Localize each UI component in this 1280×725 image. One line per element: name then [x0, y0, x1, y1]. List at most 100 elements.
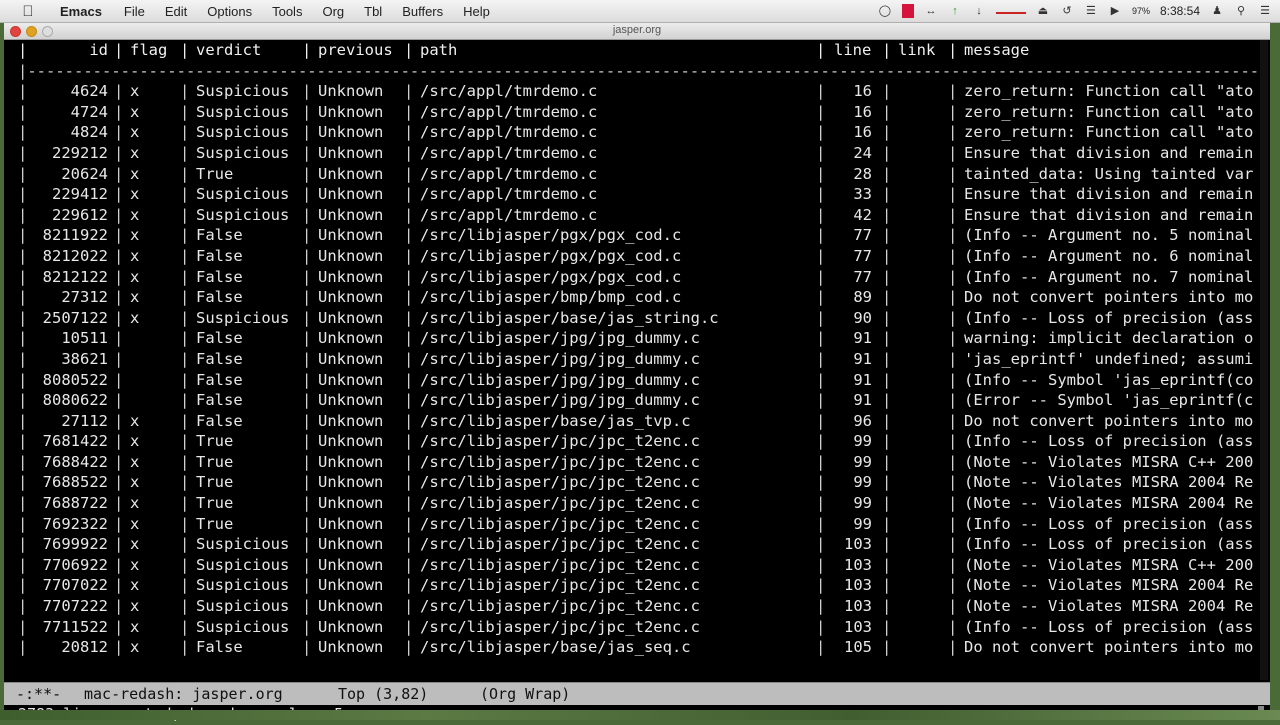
- cell-previous[interactable]: Unknown: [318, 575, 383, 596]
- cell-flag[interactable]: x: [130, 267, 139, 288]
- cell-id[interactable]: 7711522: [18, 617, 108, 638]
- cell-path[interactable]: /src/libjasper/jpc/jpc_t2enc.c: [420, 555, 700, 576]
- cell-verdict[interactable]: False: [196, 287, 243, 308]
- cell-line[interactable]: 77: [816, 225, 872, 246]
- cell-verdict[interactable]: Suspicious: [196, 575, 289, 596]
- cell-flag[interactable]: x: [130, 225, 139, 246]
- apple-icon[interactable]: : [18, 3, 38, 20]
- table-row[interactable]: | | | | | | | | 4624 x Suspicious Unknown/src/appl/…: [4, 81, 1270, 102]
- cell-message[interactable]: (Info -- Loss of precision (ass: [964, 308, 1256, 329]
- cell-id[interactable]: 7681422: [18, 431, 108, 452]
- header-flag[interactable]: flag: [130, 40, 167, 61]
- clock-widget-icon[interactable]: ◯: [878, 4, 892, 18]
- cell-flag[interactable]: x: [130, 452, 139, 473]
- header-line[interactable]: line: [834, 40, 871, 61]
- cell-verdict[interactable]: Suspicious: [196, 184, 289, 205]
- cell-id[interactable]: 7707222: [18, 596, 108, 617]
- cell-id[interactable]: 229212: [18, 143, 108, 164]
- cell-line[interactable]: 90: [816, 308, 872, 329]
- cell-path[interactable]: /src/libjasper/base/jas_string.c: [420, 308, 719, 329]
- menu-options[interactable]: Options: [207, 4, 252, 19]
- table-row[interactable]: | | | | | | | | 27312 x False Unknown/src/libjasper…: [4, 287, 1270, 308]
- cell-flag[interactable]: x: [130, 493, 139, 514]
- cell-path[interactable]: /src/libjasper/pgx/pgx_cod.c: [420, 225, 681, 246]
- cell-previous[interactable]: Unknown: [318, 431, 383, 452]
- table-row[interactable]: | | | | | | | | 38621 False Unknown/src/libjasper/…: [4, 349, 1270, 370]
- activity-meter-icon[interactable]: [995, 9, 1026, 14]
- cell-message[interactable]: tainted_data: Using tainted var: [964, 164, 1256, 185]
- cell-id[interactable]: 7688522: [18, 472, 108, 493]
- cell-line[interactable]: 16: [816, 122, 872, 143]
- cell-message[interactable]: (Info -- Argument no. 6 nominal: [964, 246, 1256, 267]
- header-previous[interactable]: previous: [318, 40, 393, 61]
- cell-line[interactable]: 16: [816, 102, 872, 123]
- cell-verdict[interactable]: Suspicious: [196, 534, 289, 555]
- cell-verdict[interactable]: True: [196, 472, 233, 493]
- cell-verdict[interactable]: Suspicious: [196, 143, 289, 164]
- cell-id[interactable]: 7706922: [18, 555, 108, 576]
- cell-verdict[interactable]: True: [196, 493, 233, 514]
- cell-line[interactable]: 99: [816, 493, 872, 514]
- cell-line[interactable]: 103: [816, 596, 872, 617]
- cell-line[interactable]: 103: [816, 555, 872, 576]
- cell-path[interactable]: /src/libjasper/jpg/jpg_dummy.c: [420, 390, 700, 411]
- cell-previous[interactable]: Unknown: [318, 637, 383, 658]
- cell-id[interactable]: 7692322: [18, 514, 108, 535]
- cell-verdict[interactable]: False: [196, 370, 243, 391]
- menu-app-name[interactable]: Emacs: [60, 4, 102, 19]
- cell-line[interactable]: 89: [816, 287, 872, 308]
- cell-verdict[interactable]: False: [196, 637, 243, 658]
- cell-id[interactable]: 7688722: [18, 493, 108, 514]
- cell-path[interactable]: /src/appl/tmrdemo.c: [420, 81, 597, 102]
- cell-message[interactable]: (Info -- Loss of precision (ass: [964, 617, 1256, 638]
- cell-line[interactable]: 103: [816, 534, 872, 555]
- table-row[interactable]: | | | | | | | | 7688522 x True Unknown/src/libjaspe…: [4, 472, 1270, 493]
- table-row[interactable]: | | | | | | | | 8212022 x False Unknown/src/libjasp…: [4, 246, 1270, 267]
- scrollbar[interactable]: [1260, 40, 1268, 680]
- cell-previous[interactable]: Unknown: [318, 81, 383, 102]
- cell-message[interactable]: Ensure that division and remain: [964, 205, 1256, 226]
- cell-previous[interactable]: Unknown: [318, 534, 383, 555]
- modeline-buffer-name[interactable]: mac-redash: jasper.org: [84, 683, 283, 705]
- cell-line[interactable]: 91: [816, 328, 872, 349]
- cell-message[interactable]: warning: implicit declaration o: [964, 328, 1256, 349]
- table-row[interactable]: | | | | | | | | 229412 x Suspicious Unknown/src/app…: [4, 184, 1270, 205]
- cell-message[interactable]: (Info -- Loss of precision (ass: [964, 431, 1256, 452]
- cell-message[interactable]: (Info -- Argument no. 5 nominal: [964, 225, 1256, 246]
- wifi-icon[interactable]: ☰: [1084, 4, 1098, 18]
- cell-previous[interactable]: Unknown: [318, 267, 383, 288]
- cell-previous[interactable]: Unknown: [318, 452, 383, 473]
- cell-verdict[interactable]: True: [196, 431, 233, 452]
- cell-line[interactable]: 77: [816, 246, 872, 267]
- cell-id[interactable]: 8212022: [18, 246, 108, 267]
- cell-id[interactable]: 8212122: [18, 267, 108, 288]
- cell-line[interactable]: 99: [816, 452, 872, 473]
- cell-path[interactable]: /src/libjasper/jpc/jpc_t2enc.c: [420, 617, 700, 638]
- cell-id[interactable]: 10511: [18, 328, 108, 349]
- cell-id[interactable]: 8080522: [18, 370, 108, 391]
- cell-verdict[interactable]: Suspicious: [196, 617, 289, 638]
- cell-path[interactable]: /src/libjasper/jpc/jpc_t2enc.c: [420, 493, 700, 514]
- table-row[interactable]: | | | | | | | | 8080622 False Unknown/src/libjaspe…: [4, 390, 1270, 411]
- cell-path[interactable]: /src/libjasper/base/jas_tvp.c: [420, 411, 691, 432]
- cell-previous[interactable]: Unknown: [318, 308, 383, 329]
- table-row[interactable]: | | | | | | | | 7706922 x Suspicious Unknown/src/li…: [4, 555, 1270, 576]
- cell-verdict[interactable]: False: [196, 411, 243, 432]
- cell-path[interactable]: /src/libjasper/jpc/jpc_t2enc.c: [420, 472, 700, 493]
- cell-verdict[interactable]: Suspicious: [196, 308, 289, 329]
- org-table-buffer[interactable]: | id | flag | verdict | previous | path …: [4, 40, 1270, 680]
- cell-previous[interactable]: Unknown: [318, 225, 383, 246]
- cell-flag[interactable]: x: [130, 596, 139, 617]
- cell-id[interactable]: 20624: [18, 164, 108, 185]
- cell-path[interactable]: /src/appl/tmrdemo.c: [420, 164, 597, 185]
- cell-id[interactable]: 8080622: [18, 390, 108, 411]
- header-message[interactable]: message: [964, 40, 1256, 61]
- cell-previous[interactable]: Unknown: [318, 184, 383, 205]
- cell-message[interactable]: (Note -- Violates MISRA C++ 200: [964, 452, 1256, 473]
- cell-id[interactable]: 8211922: [18, 225, 108, 246]
- table-row[interactable]: | | | | | | | | 7711522 x Suspicious Unknown/src/li…: [4, 617, 1270, 638]
- table-row[interactable]: | | | | | | | | 8080522 False Unknown/src/libjaspe…: [4, 370, 1270, 391]
- cell-message[interactable]: (Note -- Violates MISRA 2004 Re: [964, 493, 1256, 514]
- cell-id[interactable]: 27312: [18, 287, 108, 308]
- cell-line[interactable]: 33: [816, 184, 872, 205]
